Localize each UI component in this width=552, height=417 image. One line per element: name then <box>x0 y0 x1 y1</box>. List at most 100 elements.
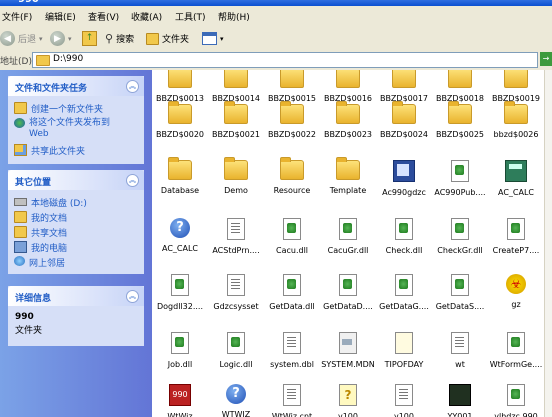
file-item[interactable]: SYSTEM.MDN <box>320 332 376 369</box>
publish-web-link[interactable]: 将这个文件夹发布到 Web <box>14 118 110 140</box>
file-item[interactable]: GetDataD.... <box>320 274 376 311</box>
file-item[interactable]: BBZD$0015 <box>264 70 320 103</box>
file-item[interactable]: AC_CALC <box>488 160 544 197</box>
file-tasks-header[interactable]: 文件和文件夹任务 ︽ <box>8 76 144 96</box>
file-item[interactable]: BBZD$0025 <box>432 101 488 139</box>
file-item-label: Dogdll32.... <box>156 302 203 311</box>
file-item[interactable]: Job.dll <box>152 332 208 369</box>
file-item-label: AC990Pub.... <box>434 188 486 197</box>
collapse-chevron-icon[interactable]: ︽ <box>126 80 139 93</box>
file-item-label: BBZD$0018 <box>435 94 485 103</box>
file-item-label: ACStdPrn.... <box>212 246 260 255</box>
globe-icon <box>14 118 25 128</box>
file-item[interactable]: Resource <box>264 157 320 195</box>
menu-tools[interactable]: 工具(T) <box>175 10 206 23</box>
file-item-label: BBZD$0017 <box>379 94 429 103</box>
folder-icon <box>224 70 248 88</box>
file-item[interactable]: BBZD$0020 <box>152 101 208 139</box>
collapse-chevron-icon[interactable]: ︽ <box>126 174 139 187</box>
menu-favorites[interactable]: 收藏(A) <box>131 10 162 23</box>
my-computer-link[interactable]: 我的电脑 <box>14 241 67 254</box>
menu-edit[interactable]: 编辑(E) <box>45 10 76 23</box>
menu-help[interactable]: 帮助(H) <box>218 10 250 23</box>
file-item[interactable]: Gdzcsysset <box>208 274 264 311</box>
file-item-label: WTWIZ <box>221 410 251 417</box>
file-item[interactable]: BBZD$0019 <box>488 70 544 103</box>
file-item[interactable]: Cacu.dll <box>264 218 320 255</box>
file-item[interactable]: GetDataG.... <box>376 274 432 311</box>
file-item[interactable]: Database <box>152 157 208 195</box>
file-item[interactable]: TIPOFDAY <box>376 332 432 369</box>
details-header[interactable]: 详细信息 ︽ <box>8 286 144 306</box>
file-item[interactable]: ACStdPrn.... <box>208 218 264 255</box>
forward-button[interactable]: ▶ ▾ <box>50 30 72 47</box>
share-folder-link[interactable]: 共享此文件夹 <box>14 144 85 157</box>
file-item[interactable]: AC990Pub.... <box>432 160 488 197</box>
shared-documents-link[interactable]: 共享文档 <box>14 226 67 239</box>
up-folder-button[interactable]: ↑ <box>82 30 97 47</box>
new-folder-link[interactable]: 创建一个新文件夹 <box>14 102 103 115</box>
file-item[interactable]: GetData.dll <box>264 274 320 311</box>
notepad-icon <box>395 332 413 354</box>
file-item-label: CreateP7.... <box>492 246 540 255</box>
file-item-label: Template <box>329 186 367 195</box>
local-disk-link[interactable]: 本地磁盘 (D:) <box>14 196 87 209</box>
file-item[interactable]: CheckGr.dll <box>432 218 488 255</box>
file-item[interactable]: BBZD$0021 <box>208 101 264 139</box>
search-button[interactable]: ⚲ 搜索 <box>105 30 134 47</box>
system-file-icon <box>339 332 357 354</box>
other-places-header[interactable]: 其它位置 ︽ <box>8 170 144 190</box>
file-item[interactable]: CreateP7.... <box>488 218 544 255</box>
go-button[interactable]: → <box>540 52 552 66</box>
file-item[interactable]: Template <box>320 157 376 195</box>
file-item[interactable]: WtWiz.cnt <box>264 384 320 417</box>
file-item[interactable]: BBZD$0017 <box>376 70 432 103</box>
search-icon: ⚲ <box>105 32 114 45</box>
file-item[interactable]: ylhdzc.990 <box>488 384 544 417</box>
file-item[interactable]: GetDataS.... <box>432 274 488 311</box>
file-item[interactable]: Check.dll <box>376 218 432 255</box>
file-item-label: gz <box>511 300 521 309</box>
file-item[interactable]: CacuGr.dll <box>320 218 376 255</box>
file-item[interactable]: BBZD$0023 <box>320 101 376 139</box>
file-item[interactable]: ? y100 <box>320 384 376 417</box>
documents-folder-icon <box>14 211 27 223</box>
file-item[interactable]: Demo <box>208 157 264 195</box>
file-item[interactable]: BBZD$0016 <box>320 70 376 103</box>
collapse-chevron-icon[interactable]: ︽ <box>126 290 139 303</box>
file-item[interactable]: Ac990gdzc <box>376 160 432 197</box>
vertical-scrollbar[interactable] <box>544 70 552 417</box>
file-item[interactable]: 990 WtWiz <box>152 384 208 417</box>
file-item[interactable]: BBZD$0022 <box>264 101 320 139</box>
file-item[interactable]: ☣ gz <box>488 274 544 309</box>
menu-view[interactable]: 查看(V) <box>88 10 119 23</box>
file-item[interactable]: Dogdll32.... <box>152 274 208 311</box>
file-item[interactable]: ? AC_CALC <box>152 218 208 253</box>
dll-icon <box>171 274 189 296</box>
folders-button[interactable]: 文件夹 <box>146 30 189 47</box>
file-item[interactable]: BBZD$0013 <box>152 70 208 103</box>
red-app-icon: 990 <box>169 384 191 406</box>
file-item[interactable]: BBZD$0014 <box>208 70 264 103</box>
network-places-link[interactable]: 网上邻居 <box>14 256 65 269</box>
file-item[interactable]: BBZD$0018 <box>432 70 488 103</box>
back-button[interactable]: ◀ 后退 ▾ <box>0 30 43 47</box>
file-item[interactable]: WtFormGe.... <box>488 332 544 369</box>
my-documents-link[interactable]: 我的文档 <box>14 211 67 224</box>
file-item[interactable]: bbzd$0026 <box>488 101 544 139</box>
folder-icon <box>448 101 472 124</box>
file-item[interactable]: y100 <box>376 384 432 417</box>
file-item[interactable]: ? WTWIZ <box>208 384 264 417</box>
views-button[interactable]: ▾ <box>202 30 224 47</box>
file-item[interactable]: BBZD$0024 <box>376 101 432 139</box>
menu-file[interactable]: 文件(F) <box>2 10 32 23</box>
file-item[interactable]: YY001 <box>432 384 488 417</box>
file-item[interactable]: Logic.dll <box>208 332 264 369</box>
address-input[interactable]: D:\990 <box>32 52 538 68</box>
document-icon <box>395 384 413 406</box>
file-item-label: Logic.dll <box>219 360 253 369</box>
file-item[interactable]: wt <box>432 332 488 369</box>
file-item-label: Job.dll <box>167 360 193 369</box>
file-item[interactable]: system.dbl <box>264 332 320 369</box>
folder-icon <box>504 101 528 124</box>
